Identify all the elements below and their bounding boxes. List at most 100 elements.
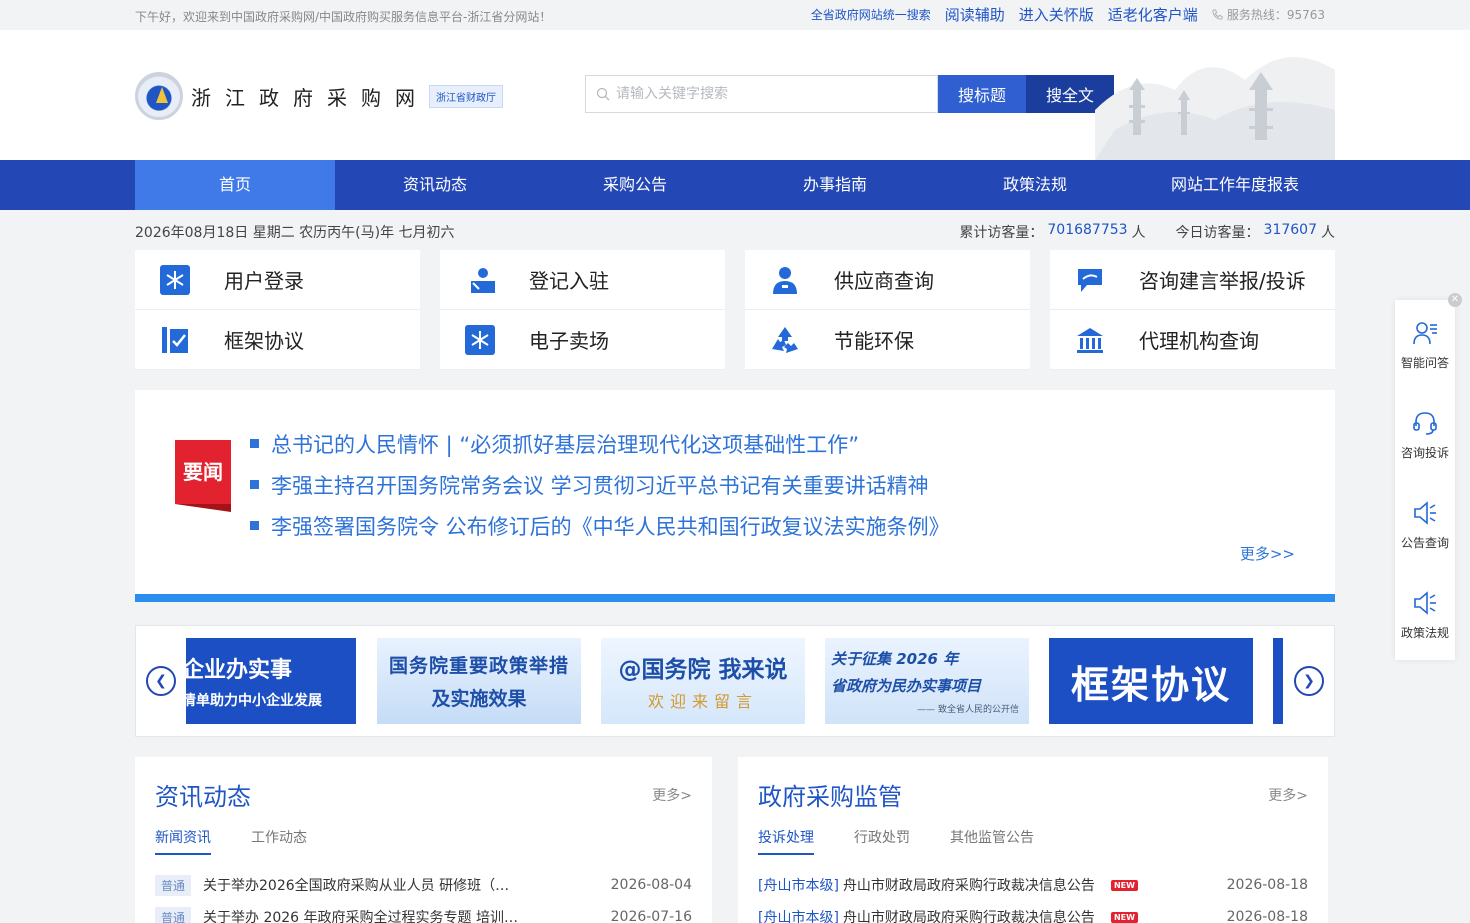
banner-framework[interactable]: 框架协议 bbox=[1049, 638, 1253, 724]
search-icon bbox=[596, 87, 610, 101]
nav-home[interactable]: 首页 bbox=[135, 160, 335, 210]
list-item[interactable]: [舟山市本级] 舟山市财政局政府采购行政裁决信息公告 NEW 2026-08-1… bbox=[758, 869, 1308, 901]
news-item[interactable]: 李强签署国务院令 公布修订后的《中华人民共和国行政复议法实施条例》 bbox=[250, 505, 950, 546]
search-input[interactable] bbox=[616, 86, 916, 102]
elderly-client-link[interactable]: 适老化客户端 bbox=[1108, 4, 1198, 25]
quick-user-login[interactable]: 用户登录 bbox=[135, 250, 420, 310]
banner-text: 及实施效果 bbox=[431, 688, 527, 710]
banner-text: @国务院 我来说 bbox=[618, 657, 788, 683]
nav-policy[interactable]: 政策法规 bbox=[935, 160, 1135, 210]
total-visitors-label: 累计访客量： bbox=[959, 225, 1044, 241]
float-consult-complaint[interactable]: 咨询投诉 bbox=[1395, 390, 1455, 480]
float-policy[interactable]: 政策法规 bbox=[1395, 570, 1455, 660]
banner-sme[interactable]: 企业办实事 清单助力中小企业发展 bbox=[186, 638, 356, 724]
emblem-icon bbox=[135, 72, 183, 120]
banner-track: 企业办实事 清单助力中小企业发展 国务院重要政策举措 及实施效果 @国务院 我来… bbox=[186, 638, 1283, 724]
smart-qa-icon bbox=[1413, 321, 1437, 344]
supervision-panel: 政府采购监管 更多> 投诉处理 行政处罚 其他监管公告 [舟山市本级] 舟山市财… bbox=[738, 757, 1328, 923]
tab-other-notices[interactable]: 其他监管公告 bbox=[950, 827, 1034, 855]
quick-register[interactable]: 登记入驻 bbox=[440, 250, 725, 310]
search-box bbox=[585, 75, 938, 113]
tab-penalties[interactable]: 行政处罚 bbox=[854, 827, 910, 855]
user-login-icon bbox=[160, 264, 190, 295]
news-more-link[interactable]: 更多>> bbox=[1240, 543, 1295, 564]
phone-icon bbox=[1212, 9, 1223, 20]
visitor-stats: 累计访客量： 701687753 人 今日访客量： 317607 人 bbox=[959, 222, 1335, 242]
banner-text: —— 致全省人民的公开信 bbox=[917, 704, 1019, 715]
tab-work[interactable]: 工作动态 bbox=[251, 827, 307, 855]
main-nav: 首页 资讯动态 采购公告 办事指南 政策法规 网站工作年度报表 bbox=[0, 160, 1470, 210]
float-label: 公告查询 bbox=[1400, 535, 1449, 550]
current-date: 2026年08月18日 星期二 农历丙午(马)年 七月初六 bbox=[135, 225, 455, 241]
panel-title: 政府采购监管 bbox=[758, 783, 902, 811]
search-bar: 搜标题 搜全文 bbox=[585, 75, 1114, 113]
new-badge: NEW bbox=[1110, 911, 1138, 923]
tab-complaints[interactable]: 投诉处理 bbox=[758, 827, 814, 855]
news-list: 普通 关于举办2026全国政府采购从业人员 研修班（第… 2026-08-04 … bbox=[155, 869, 692, 923]
banner-text: 企业办实事 bbox=[186, 658, 293, 683]
banner-text: 框架协议 bbox=[1070, 662, 1231, 707]
search-title-button[interactable]: 搜标题 bbox=[938, 75, 1026, 113]
news-item[interactable]: 总书记的人民情怀 | “必须抓好基层治理现代化这项基础性工作” bbox=[250, 423, 950, 464]
nav-procurement-notice[interactable]: 采购公告 bbox=[535, 160, 735, 210]
nav-guide[interactable]: 办事指南 bbox=[735, 160, 935, 210]
hotline-text: 服务热线：95763 bbox=[1226, 8, 1325, 22]
list-item[interactable]: [舟山市本级] 舟山市财政局政府采购行政裁决信息公告 NEW 2026-08-1… bbox=[758, 901, 1308, 923]
list-item[interactable]: 普通 关于举办 2026 年政府采购全过程实务专题 培训班… 2026-07-1… bbox=[155, 901, 692, 923]
quick-framework-agreement[interactable]: 框架协议 bbox=[135, 310, 420, 370]
panel-more-link[interactable]: 更多> bbox=[652, 785, 692, 805]
quick-access-grid: 用户登录 登记入驻 供应商查询 咨询建言举报/投诉 框架协议 电子卖场 节能环保… bbox=[135, 250, 1335, 370]
news-tag: 要闻 bbox=[175, 440, 231, 512]
quick-supplier-query[interactable]: 供应商查询 bbox=[745, 250, 1030, 310]
quick-label: 用户登录 bbox=[224, 269, 304, 293]
quick-label: 框架协议 bbox=[224, 329, 304, 353]
unified-search-link[interactable]: 全省政府网站统一搜索 bbox=[811, 6, 931, 23]
unit: 人 bbox=[1321, 225, 1335, 241]
site-logo[interactable]: 浙江政府采购网 浙江省财政厅 bbox=[135, 72, 503, 120]
speaker-icon bbox=[1414, 590, 1436, 615]
quick-energy-saving[interactable]: 节能环保 bbox=[745, 310, 1030, 370]
quick-label: 电子卖场 bbox=[529, 329, 609, 353]
quick-emall[interactable]: 电子卖场 bbox=[440, 310, 725, 370]
item-date: 2026-08-18 bbox=[1226, 877, 1308, 893]
quick-agency-query[interactable]: 代理机构查询 bbox=[1050, 310, 1335, 370]
banner-next-partial[interactable] bbox=[1273, 638, 1283, 724]
quick-label: 咨询建言举报/投诉 bbox=[1139, 269, 1306, 293]
supplier-icon bbox=[770, 265, 800, 295]
tab-news[interactable]: 新闻资讯 bbox=[155, 827, 211, 855]
banner-text: 省政府为民办实事项目 bbox=[831, 676, 982, 695]
panel-title: 资讯动态 bbox=[155, 783, 251, 811]
new-badge: NEW bbox=[1110, 879, 1138, 891]
quick-consult-complaint[interactable]: 咨询建言举报/投诉 bbox=[1050, 250, 1335, 310]
list-item[interactable]: 普通 关于举办2026全国政府采购从业人员 研修班（第… 2026-08-04 bbox=[155, 869, 692, 901]
float-notice-query[interactable]: 公告查询 bbox=[1395, 480, 1455, 570]
banner-collect-projects[interactable]: 关于征集 2026 年 省政府为民办实事项目 —— 致全省人民的公开信 bbox=[825, 638, 1029, 724]
total-visitors-value: 701687753 bbox=[1047, 222, 1128, 238]
carousel-next-button[interactable]: ❯ bbox=[1294, 666, 1324, 696]
item-date: 2026-08-04 bbox=[610, 877, 692, 893]
banner-state-council-policy[interactable]: 国务院重要政策举措 及实施效果 bbox=[377, 638, 581, 724]
care-version-link[interactable]: 进入关怀版 bbox=[1019, 4, 1094, 25]
nav-annual-report[interactable]: 网站工作年度报表 bbox=[1135, 160, 1335, 210]
item-date: 2026-07-16 bbox=[610, 909, 692, 923]
close-icon[interactable]: ✕ bbox=[1448, 293, 1462, 307]
supervision-list: [舟山市本级] 舟山市财政局政府采购行政裁决信息公告 NEW 2026-08-1… bbox=[758, 869, 1308, 923]
float-label: 咨询投诉 bbox=[1400, 445, 1449, 460]
float-smart-qa[interactable]: 智能问答 bbox=[1395, 300, 1455, 390]
carousel-prev-button[interactable]: ❮ bbox=[146, 666, 176, 696]
news-item[interactable]: 李强主持召开国务院常务会议 学习贯彻习近平总书记有关重要讲话精神 bbox=[250, 464, 950, 505]
today-visitors-label: 今日访客量： bbox=[1175, 225, 1260, 241]
nav-news[interactable]: 资讯动态 bbox=[335, 160, 535, 210]
framework-icon bbox=[160, 325, 190, 355]
banner-state-council-comment[interactable]: @国务院 我来说 欢迎来留言 bbox=[601, 638, 805, 724]
panel-more-link[interactable]: 更多> bbox=[1268, 785, 1308, 805]
news-panel: 资讯动态 更多> 新闻资讯 工作动态 普通 关于举办2026全国政府采购从业人员… bbox=[135, 757, 712, 923]
quick-label: 节能环保 bbox=[834, 329, 914, 353]
reading-aid-link[interactable]: 阅读辅助 bbox=[945, 4, 1005, 25]
banner-carousel: ❮ 企业办实事 清单助力中小企业发展 国务院重要政策举措 及实施效果 @国务院 … bbox=[135, 625, 1335, 737]
item-title: 舟山市财政局政府采购行政裁决信息公告 bbox=[842, 878, 1095, 894]
quick-label: 代理机构查询 bbox=[1139, 329, 1259, 353]
pagoda-scenery-icon bbox=[1095, 57, 1335, 160]
banner-text: 清单助力中小企业发展 bbox=[186, 693, 322, 709]
banner-text: 国务院重要政策举措 bbox=[388, 655, 569, 677]
